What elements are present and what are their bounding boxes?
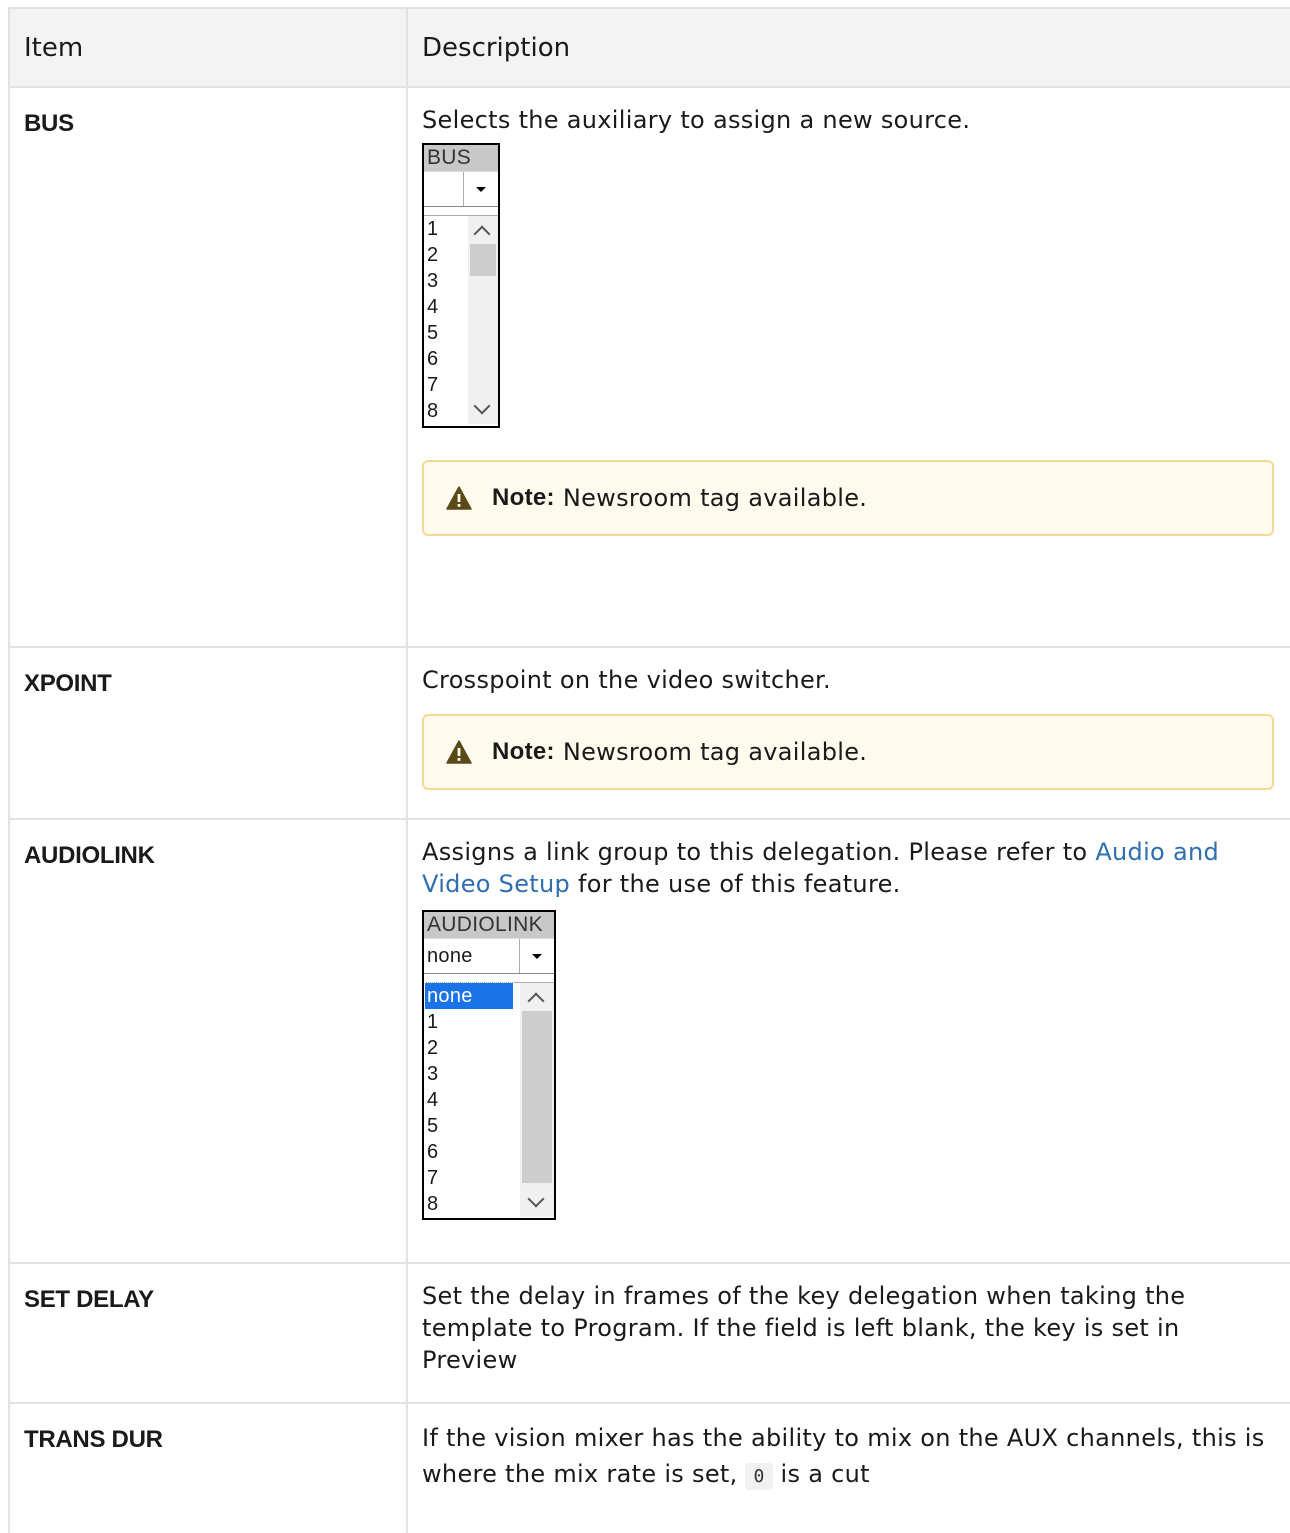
note-text: Newsroom tag available. — [562, 738, 868, 766]
scrollbar-thumb[interactable] — [470, 244, 496, 276]
warning-triangle-icon — [446, 740, 472, 764]
list-item-selected[interactable]: none — [424, 982, 514, 1010]
chevron-down-icon[interactable] — [527, 1190, 545, 1208]
chevron-up-icon[interactable] — [527, 992, 545, 1010]
bus-widget: BUS 1 2 3 4 5 6 7 8 — [422, 143, 500, 428]
warning-triangle-icon — [446, 486, 472, 510]
widget-title: BUS — [424, 145, 498, 171]
inline-code: 0 — [745, 1463, 773, 1490]
chevron-down-icon[interactable] — [519, 939, 554, 973]
table-row: XPOINT Crosspoint on the video switcher.… — [8, 646, 1290, 820]
header-item: Item — [8, 7, 408, 88]
description-cell: Selects the auxiliary to assign a new so… — [406, 86, 1290, 648]
bus-options-list[interactable]: 1 2 3 4 5 6 7 8 — [424, 215, 498, 424]
table-row: TRANS DUR If the vision mixer has the ab… — [8, 1402, 1290, 1533]
item-name: XPOINT — [24, 670, 112, 697]
note-callout: Note: Newsroom tag available. — [422, 460, 1274, 536]
description-text: Assigns a link group to this delegation.… — [422, 838, 1220, 898]
combo-value: none — [427, 945, 473, 967]
note-label: Note: — [492, 738, 555, 765]
description-text: If the vision mixer has the ability to m… — [422, 1424, 1265, 1490]
item-cell: XPOINT — [8, 646, 408, 820]
scrollbar[interactable] — [468, 216, 498, 424]
audiolink-widget: AUDIOLINK none none 1 2 3 4 5 6 7 8 — [422, 910, 556, 1220]
description-cell: Crosspoint on the video switcher. Note: … — [406, 646, 1290, 820]
description-text: Selects the auxiliary to assign a new so… — [422, 106, 971, 134]
chevron-up-icon[interactable] — [473, 225, 491, 243]
bus-combo[interactable] — [424, 171, 498, 207]
item-cell: SET DELAY — [8, 1262, 408, 1404]
parameters-table: Item Description BUS Selects the auxilia… — [8, 7, 1290, 1533]
table-header-row: Item Description — [8, 7, 1290, 88]
table-row: AUDIOLINK Assigns a link group to this d… — [8, 818, 1290, 1264]
description-cell: Assigns a link group to this delegation.… — [406, 818, 1290, 1264]
item-cell: BUS — [8, 86, 408, 648]
item-name: TRANS DUR — [24, 1426, 163, 1453]
audiolink-options-list[interactable]: none 1 2 3 4 5 6 7 8 — [424, 982, 554, 1217]
item-name: BUS — [24, 110, 74, 137]
item-name: AUDIOLINK — [24, 842, 155, 869]
description-cell: If the vision mixer has the ability to m… — [406, 1402, 1290, 1533]
description-cell: Set the delay in frames of the key deleg… — [406, 1262, 1290, 1404]
item-cell: TRANS DUR — [8, 1402, 408, 1533]
item-name: SET DELAY — [24, 1286, 154, 1313]
note-label: Note: — [492, 484, 555, 511]
chevron-down-icon[interactable] — [473, 397, 491, 415]
description-text: Crosspoint on the video switcher. — [422, 666, 831, 694]
table-row: BUS Selects the auxiliary to assign a ne… — [8, 86, 1290, 648]
table-row: SET DELAY Set the delay in frames of the… — [8, 1262, 1290, 1404]
audiolink-combo[interactable]: none — [424, 938, 554, 974]
scrollbar-thumb[interactable] — [522, 1011, 552, 1183]
description-text: Set the delay in frames of the key deleg… — [422, 1282, 1186, 1374]
note-callout: Note: Newsroom tag available. — [422, 714, 1274, 790]
widget-title: AUDIOLINK — [424, 912, 554, 938]
header-description: Description — [406, 7, 1290, 88]
scrollbar[interactable] — [520, 983, 554, 1217]
item-cell: AUDIOLINK — [8, 818, 408, 1264]
chevron-down-icon[interactable] — [463, 172, 498, 206]
note-text: Newsroom tag available. — [562, 484, 868, 512]
